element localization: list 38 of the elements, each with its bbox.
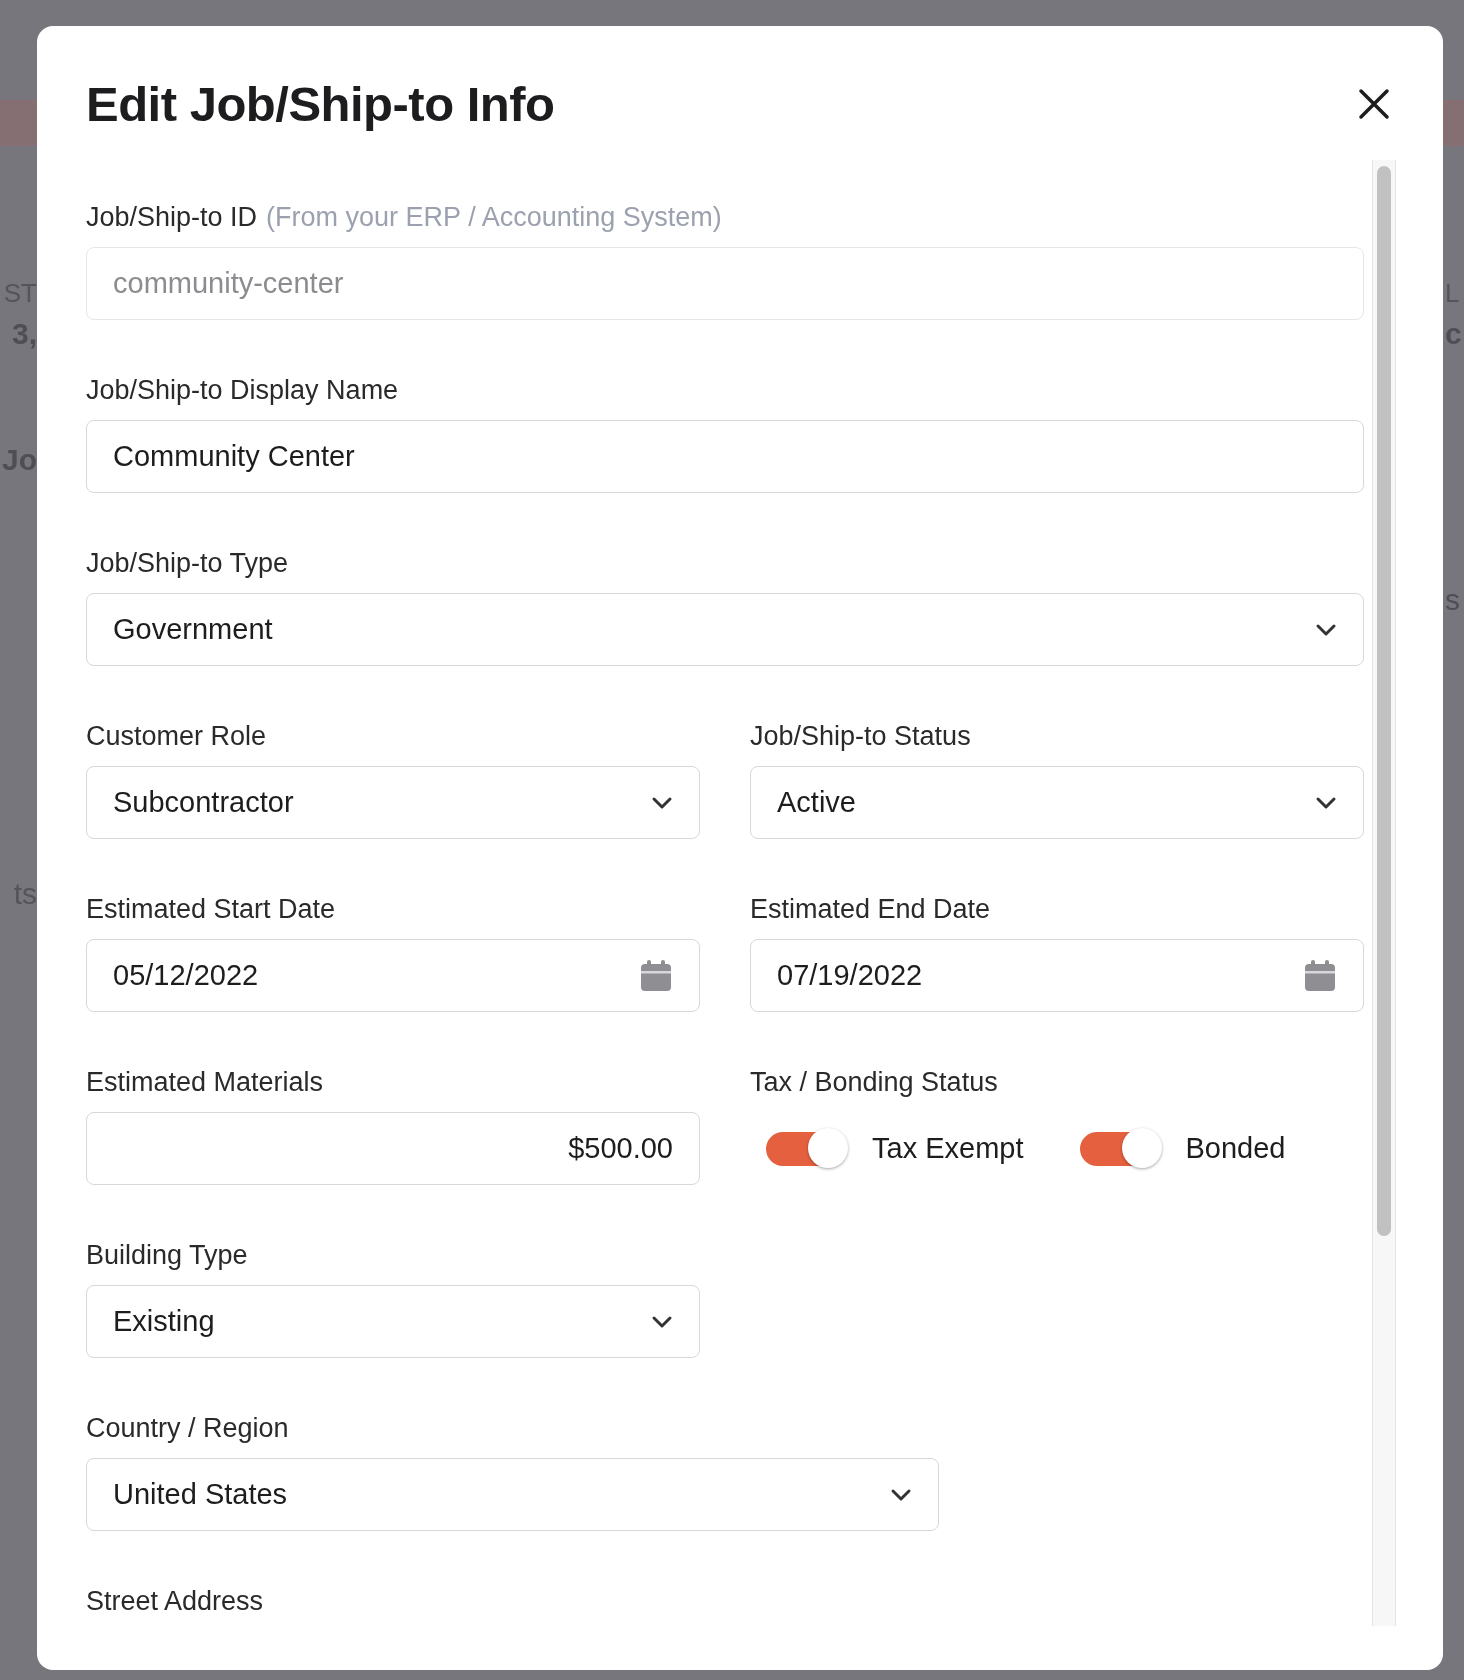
field-label: Job/Ship-to Type bbox=[86, 548, 289, 579]
input-field[interactable]: Community Center bbox=[86, 420, 1364, 493]
field-label: Building Type bbox=[86, 1240, 248, 1271]
calendar-icon[interactable] bbox=[639, 959, 673, 992]
field-label: Job/Ship-to Display Name bbox=[86, 375, 399, 406]
field-label: Tax / Bonding Status bbox=[750, 1067, 998, 1098]
toggle-label: Bonded bbox=[1185, 1132, 1286, 1165]
select-field[interactable]: United States bbox=[86, 1458, 939, 1531]
date-field[interactable]: 05/12/2022 bbox=[86, 939, 700, 1012]
header-band bbox=[1443, 100, 1464, 146]
toggle-switch[interactable] bbox=[1079, 1131, 1160, 1166]
select-field[interactable]: Existing bbox=[86, 1285, 700, 1358]
field-label: Country / Region bbox=[86, 1413, 289, 1444]
chevron-down-icon bbox=[1315, 622, 1337, 637]
chevron-down-icon bbox=[651, 795, 673, 810]
select-field[interactable]: Subcontractor bbox=[86, 766, 700, 839]
toggle-switch[interactable] bbox=[766, 1131, 846, 1166]
date-field[interactable]: 07/19/2022 bbox=[750, 939, 1364, 1012]
close-icon[interactable] bbox=[1357, 87, 1391, 121]
field-label: Customer Role bbox=[86, 721, 267, 752]
field-label: Street Address bbox=[86, 1586, 264, 1617]
chevron-down-icon bbox=[651, 1314, 673, 1329]
toggle-label: Tax Exempt bbox=[872, 1132, 1024, 1165]
calendar-icon[interactable] bbox=[1303, 959, 1337, 992]
chevron-down-icon bbox=[890, 1487, 912, 1502]
select-field[interactable]: Government bbox=[86, 593, 1364, 666]
select-field[interactable]: Active bbox=[750, 766, 1364, 839]
field-label: Estimated End Date bbox=[750, 894, 991, 925]
scrollbar[interactable] bbox=[1372, 160, 1396, 1626]
input-field[interactable]: $500.00 bbox=[86, 1112, 700, 1185]
dialog-title: Edit Job/Ship-to Info bbox=[86, 76, 555, 132]
field-label: Job/Ship-to Status bbox=[750, 721, 971, 752]
field-label: Estimated Materials bbox=[86, 1067, 324, 1098]
header-band bbox=[0, 100, 37, 146]
field-label: Job/Ship-to ID bbox=[86, 202, 258, 233]
field-label: Estimated Start Date bbox=[86, 894, 336, 925]
field-hint: (From your ERP / Accounting System) bbox=[266, 202, 722, 233]
chevron-down-icon bbox=[1315, 795, 1337, 810]
